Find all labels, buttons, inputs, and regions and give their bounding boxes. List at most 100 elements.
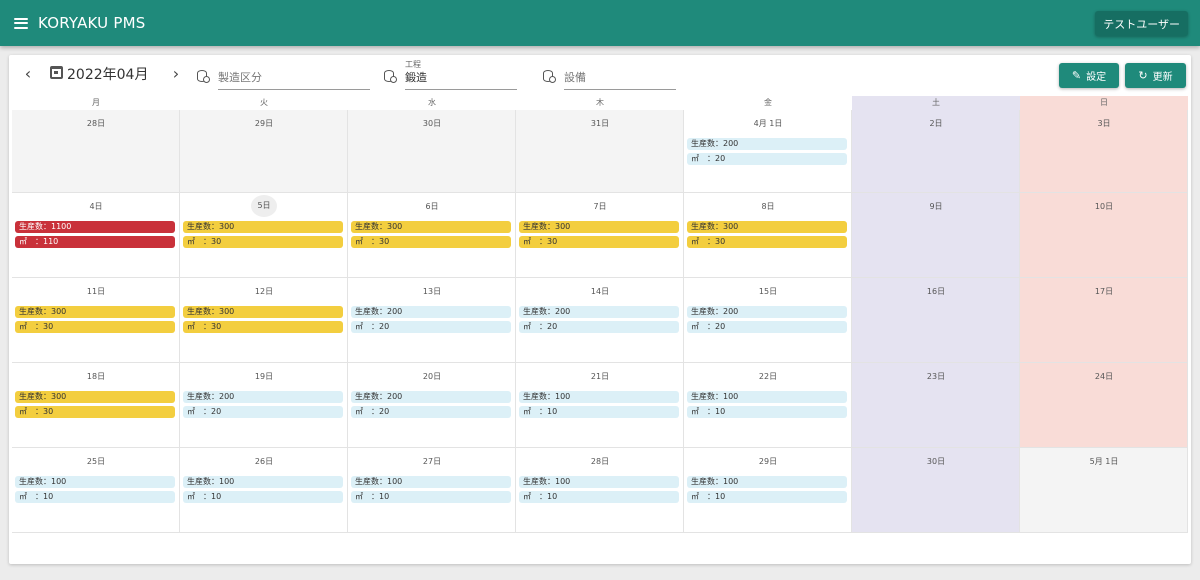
- calendar-day-cell[interactable]: 22日 生産数：100 ㎡ ：10: [684, 363, 852, 448]
- calendar-day-cell[interactable]: 15日生産数：200 ㎡ ：20: [684, 278, 852, 363]
- production-count-event[interactable]: 生産数：300: [351, 221, 511, 233]
- day-number[interactable]: 17日: [1020, 286, 1188, 297]
- production-count-event[interactable]: 生産数：100: [519, 476, 679, 488]
- day-number[interactable]: 25日: [12, 456, 180, 467]
- production-count-event[interactable]: 生産数：100: [687, 391, 847, 403]
- production-count-event[interactable]: 生産数：200: [183, 391, 343, 403]
- day-number[interactable]: 10日: [1020, 201, 1188, 212]
- calendar-day-cell[interactable]: 5月 1日: [1020, 448, 1188, 533]
- day-number[interactable]: 22日: [684, 371, 852, 382]
- day-number[interactable]: 5日: [180, 195, 348, 217]
- production-count-event[interactable]: 生産数：300: [183, 221, 343, 233]
- area-event[interactable]: ㎡ ：110: [15, 236, 175, 248]
- calendar-day-cell[interactable]: 27日 生産数：100 ㎡ ：10: [348, 448, 516, 533]
- production-count-event[interactable]: 生産数：100: [351, 476, 511, 488]
- current-month-label[interactable]: 2022年04月: [67, 64, 148, 84]
- calendar-day-cell[interactable]: 19日生産数：200 ㎡ ：20: [180, 363, 348, 448]
- calendar-day-cell[interactable]: 25日生産数：100 ㎡ ：10: [12, 448, 180, 533]
- day-number[interactable]: 20日: [348, 371, 516, 382]
- day-number[interactable]: 9日: [852, 201, 1020, 212]
- day-number[interactable]: 21日: [516, 371, 684, 382]
- calendar-day-cell[interactable]: 14日 生産数：200 ㎡ ：20: [516, 278, 684, 363]
- calendar-day-cell[interactable]: 28日 生産数：100 ㎡ ：10: [516, 448, 684, 533]
- area-event[interactable]: ㎡ ：10: [687, 491, 847, 503]
- day-number[interactable]: 2日: [852, 118, 1020, 129]
- equipment-field[interactable]: 設備: [564, 59, 676, 90]
- day-number[interactable]: 16日: [852, 286, 1020, 297]
- user-menu-button[interactable]: テストユーザー: [1095, 11, 1188, 36]
- area-event[interactable]: ㎡ ：20: [519, 321, 679, 333]
- production-count-event[interactable]: 生産数：100: [15, 476, 175, 488]
- calendar-day-cell[interactable]: 18日 生産数：300 ㎡ ：30: [12, 363, 180, 448]
- calendar-day-cell[interactable]: 21日 生産数：100 ㎡ ：10: [516, 363, 684, 448]
- chevron-right-icon[interactable]: ›: [167, 64, 185, 83]
- day-number[interactable]: 4月 1日: [684, 118, 852, 129]
- calendar-day-cell[interactable]: 31日: [516, 110, 684, 193]
- calendar-day-cell[interactable]: 12日 生産数：300 ㎡ ：30: [180, 278, 348, 363]
- calendar-day-cell[interactable]: 4月 1日生産数：200 ㎡ ：20: [684, 110, 852, 193]
- day-number[interactable]: 30日: [348, 118, 516, 129]
- production-count-event[interactable]: 生産数：300: [687, 221, 847, 233]
- production-count-event[interactable]: 生産数：200: [687, 306, 847, 318]
- calendar-day-cell[interactable]: 13日 生産数：200 ㎡ ：20: [348, 278, 516, 363]
- area-event[interactable]: ㎡ ：20: [351, 321, 511, 333]
- area-event[interactable]: ㎡ ：30: [351, 236, 511, 248]
- calendar-day-cell[interactable]: 4日生産数：1100 ㎡ ：110: [12, 193, 180, 278]
- day-number[interactable]: 29日: [684, 456, 852, 467]
- area-event[interactable]: ㎡ ：20: [687, 321, 847, 333]
- calendar-day-cell[interactable]: 6日生産数：300 ㎡ ：30: [348, 193, 516, 278]
- calendar-day-cell[interactable]: 5日生産数：300 ㎡ ：30: [180, 193, 348, 278]
- calendar-day-cell[interactable]: 11日 生産数：300 ㎡ ：30: [12, 278, 180, 363]
- calendar-day-cell[interactable]: 9日: [852, 193, 1020, 278]
- production-count-event[interactable]: 生産数：200: [519, 306, 679, 318]
- calendar-day-cell[interactable]: 30日: [852, 448, 1020, 533]
- area-event[interactable]: ㎡ ：30: [183, 236, 343, 248]
- area-event[interactable]: ㎡ ：20: [687, 153, 847, 165]
- calendar-day-cell[interactable]: 2日: [852, 110, 1020, 193]
- day-number[interactable]: 27日: [348, 456, 516, 467]
- day-number[interactable]: 12日: [180, 286, 348, 297]
- day-number[interactable]: 3日: [1020, 118, 1188, 129]
- day-number[interactable]: 24日: [1020, 371, 1188, 382]
- day-number[interactable]: 4日: [12, 201, 180, 212]
- day-number[interactable]: 6日: [348, 201, 516, 212]
- day-number[interactable]: 31日: [516, 118, 684, 129]
- area-event[interactable]: ㎡ ：30: [519, 236, 679, 248]
- production-count-event[interactable]: 生産数：200: [687, 138, 847, 150]
- area-event[interactable]: ㎡ ：30: [15, 321, 175, 333]
- area-event[interactable]: ㎡ ：30: [15, 406, 175, 418]
- area-event[interactable]: ㎡ ：30: [183, 321, 343, 333]
- day-number[interactable]: 29日: [180, 118, 348, 129]
- process-field[interactable]: 工程 鍛造: [405, 59, 517, 90]
- calendar-day-cell[interactable]: 10日: [1020, 193, 1188, 278]
- calendar-day-cell[interactable]: 30日: [348, 110, 516, 193]
- calendar-day-cell[interactable]: 20日 生産数：200 ㎡ ：20: [348, 363, 516, 448]
- calendar-day-cell[interactable]: 24日: [1020, 363, 1188, 448]
- area-event[interactable]: ㎡ ：10: [15, 491, 175, 503]
- day-number[interactable]: 15日: [684, 286, 852, 297]
- area-event[interactable]: ㎡ ：10: [183, 491, 343, 503]
- calendar-day-cell[interactable]: 29日 生産数：100 ㎡ ：10: [684, 448, 852, 533]
- calendar-day-cell[interactable]: 17日: [1020, 278, 1188, 363]
- calendar-day-cell[interactable]: 26日生産数：100 ㎡ ：10: [180, 448, 348, 533]
- day-number[interactable]: 11日: [12, 286, 180, 297]
- manufacturing-category-field[interactable]: 製造区分: [218, 59, 370, 90]
- refresh-button[interactable]: ↻ 更新: [1125, 63, 1186, 88]
- day-number[interactable]: 5月 1日: [1020, 456, 1188, 467]
- production-count-event[interactable]: 生産数：1100: [15, 221, 175, 233]
- calendar-day-cell[interactable]: 7日 生産数：300 ㎡ ：30: [516, 193, 684, 278]
- calendar-icon[interactable]: [50, 66, 63, 79]
- calendar-day-cell[interactable]: 28日: [12, 110, 180, 193]
- calendar-day-cell[interactable]: 3日: [1020, 110, 1188, 193]
- production-count-event[interactable]: 生産数：100: [183, 476, 343, 488]
- day-number[interactable]: 19日: [180, 371, 348, 382]
- calendar-day-cell[interactable]: 23日: [852, 363, 1020, 448]
- area-event[interactable]: ㎡ ：30: [687, 236, 847, 248]
- chevron-left-icon[interactable]: ‹: [19, 64, 37, 83]
- area-event[interactable]: ㎡ ：20: [183, 406, 343, 418]
- production-count-event[interactable]: 生産数：300: [15, 391, 175, 403]
- day-number[interactable]: 7日: [516, 201, 684, 212]
- day-number[interactable]: 26日: [180, 456, 348, 467]
- calendar-day-cell[interactable]: 8日 生産数：300 ㎡ ：30: [684, 193, 852, 278]
- calendar-day-cell[interactable]: 29日: [180, 110, 348, 193]
